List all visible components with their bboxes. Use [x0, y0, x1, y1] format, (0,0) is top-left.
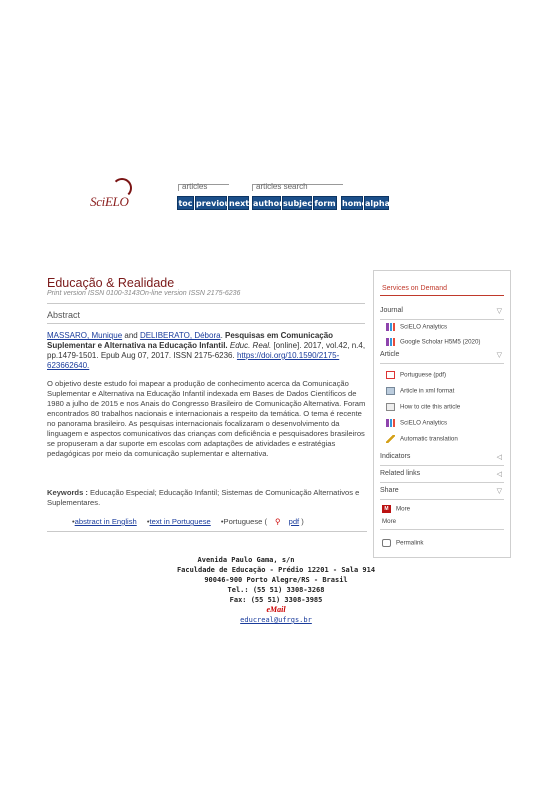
section-label: Related links [380, 470, 421, 477]
item-label: More [382, 518, 397, 525]
item-label: Google Scholar H5M5 (2020) [400, 338, 481, 346]
item-label: Portuguese (pdf) [400, 371, 447, 379]
abstract-text: O objetivo deste estudo foi mapear a pro… [47, 379, 366, 458]
sidebar-section-article[interactable]: Article ▽ [380, 351, 504, 364]
sidebar-item-scielo-analytics-article[interactable]: SciELO Analytics [386, 419, 447, 427]
keywords-label: Keywords : [47, 488, 88, 497]
footer-address: Avenida Paulo Gama, s/n Faculdade de Edu… [0, 555, 552, 625]
keywords: Keywords : Educação Especial; Educação I… [47, 488, 367, 508]
pdf-link[interactable]: pdf [289, 517, 300, 526]
portuguese-label: Portuguese ( [223, 517, 268, 526]
analytics-icon [386, 323, 395, 331]
sidebar-item-cite[interactable]: How to cite this article [386, 403, 460, 411]
sidebar-item-scielo-analytics[interactable]: SciELO Analytics [386, 323, 447, 331]
cite-icon [386, 403, 395, 411]
chevron-left-icon: ◁ [496, 454, 502, 461]
address-line: 90046-900 Porto Alegre/RS - Brasil [204, 576, 348, 584]
journal-issn: Print version ISSN 0100-3143On-line vers… [47, 290, 241, 297]
item-label: Article in xml format [400, 387, 455, 395]
sidebar-title-rule [380, 295, 504, 296]
sidebar-section-journal[interactable]: Journal ▽ [380, 307, 504, 320]
divider [47, 531, 367, 532]
logo-text: SciELO [90, 194, 129, 209]
abstract-english-link[interactable]: abstract in English [75, 517, 137, 526]
citation-journal: Educ. Real. [229, 341, 272, 350]
item-label: How to cite this article [400, 403, 461, 411]
journal-title: Educação & Realidade [47, 276, 175, 290]
item-label: SciELO Analytics [400, 419, 448, 427]
abstract-heading: Abstract [47, 310, 81, 320]
sidebar-item-permalink[interactable]: Permalink [382, 539, 424, 547]
address-line: Faculdade de Educação - Prédio 12201 - S… [176, 566, 376, 574]
scielo-logo[interactable]: SciELO [90, 178, 132, 214]
email-link[interactable]: educreal@ufrgs.br [0, 615, 552, 625]
citation-and: and [122, 331, 140, 340]
author-link-massaro[interactable]: MASSARO, Munique [47, 331, 122, 340]
author-link-deliberato[interactable]: DELIBERATO, Débora [140, 331, 221, 340]
chevron-down-icon: ▽ [496, 488, 502, 495]
chevron-left-icon: ◁ [496, 471, 502, 478]
sidebar-title: Services on Demand [382, 285, 447, 292]
item-label: Permalink [396, 539, 424, 547]
translate-icon [386, 435, 395, 443]
next-button[interactable]: next [228, 196, 249, 210]
sidebar-item-google-scholar[interactable]: Google Scholar H5M5 (2020) [386, 338, 480, 346]
portuguese-close: ) [299, 517, 304, 526]
link-icon [382, 539, 391, 547]
alpha-button[interactable]: alpha [364, 196, 390, 210]
mail-icon: eMail [266, 605, 286, 614]
section-label: Journal [380, 307, 403, 314]
previous-button[interactable]: previous [195, 196, 235, 210]
search-group-label: articles search [256, 182, 308, 191]
section-label: Article [380, 351, 400, 358]
sidebar-section-share[interactable]: Share ▽ [380, 487, 504, 500]
toc-button[interactable]: toc [177, 196, 194, 210]
analytics-icon [386, 419, 395, 427]
chevron-down-icon: ▽ [496, 352, 502, 359]
sidebar-section-indicators[interactable]: Indicators ◁ [380, 453, 504, 466]
chevron-down-icon: ▽ [496, 308, 502, 315]
sidebar-item-portuguese-pdf[interactable]: Portuguese (pdf) [386, 371, 446, 379]
services-sidebar: Services on Demand Journal ▽ SciELO Analy… [373, 270, 511, 558]
section-label: Share [380, 487, 399, 494]
item-label: SciELO Analytics [400, 323, 448, 331]
divider [47, 303, 365, 304]
xml-icon [386, 387, 395, 395]
home-button[interactable]: home [341, 196, 367, 210]
address-line: Tel.: (55 51) 3308-3268 [227, 586, 325, 594]
articles-group-label: articles [182, 182, 208, 191]
pdf-icon: ⚲ [275, 517, 281, 526]
analytics-icon [386, 338, 395, 346]
subject-button[interactable]: subject [282, 196, 316, 210]
article-links: •abstract in English •text in Portuguese… [72, 517, 304, 526]
mendeley-icon: M [382, 505, 391, 513]
sidebar-item-more-2[interactable]: More [382, 518, 396, 525]
form-button[interactable]: form [313, 196, 337, 210]
item-label: More [396, 505, 411, 513]
author-button[interactable]: author [252, 196, 283, 210]
citation: MASSARO, Munique and DELIBERATO, Débora.… [47, 331, 366, 370]
keywords-text: Educação Especial; Educação Infantil; Si… [47, 488, 360, 507]
section-label: Indicators [380, 453, 411, 460]
sidebar-item-more[interactable]: M More [382, 505, 410, 513]
pdf-icon [386, 371, 395, 379]
sidebar-item-translation[interactable]: Automatic translation [386, 435, 458, 443]
item-label: Automatic translation [400, 435, 458, 443]
sidebar-item-xml[interactable]: Article in xml format [386, 387, 454, 395]
divider [47, 323, 365, 324]
text-portuguese-link[interactable]: text in Portuguese [150, 517, 211, 526]
sidebar-section-related[interactable]: Related links ◁ [380, 470, 504, 483]
address-line: Fax: (55 51) 3308-3985 [229, 596, 323, 604]
divider [380, 529, 504, 530]
